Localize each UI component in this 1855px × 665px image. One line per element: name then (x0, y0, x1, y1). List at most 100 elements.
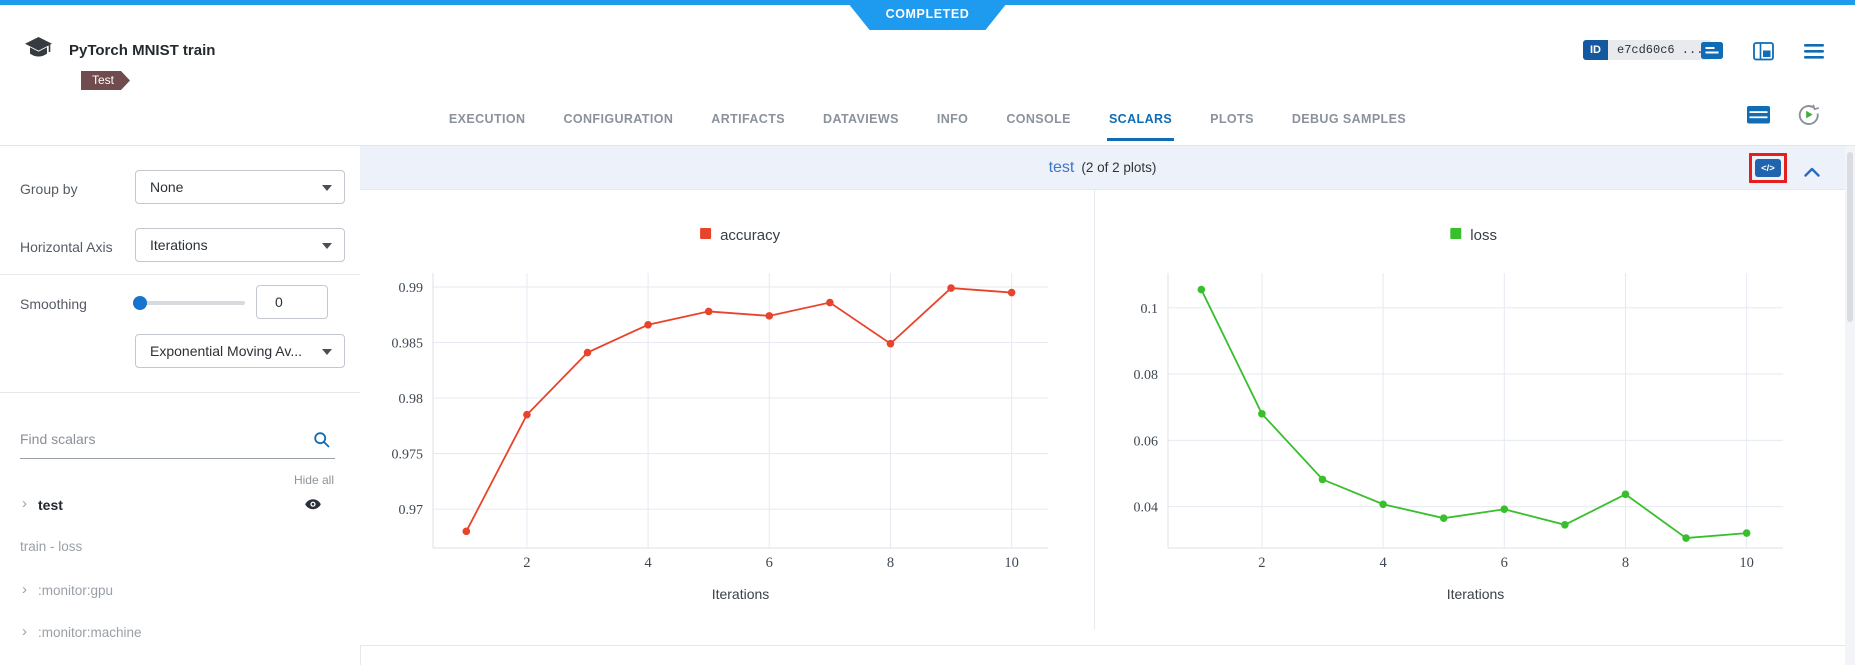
chart-svg[interactable]: 0.040.060.080.1246810lossIterations (1095, 190, 1845, 620)
plots-container: 0.970.9750.980.9850.99246810accuracyIter… (360, 190, 1845, 645)
data-point[interactable] (1198, 286, 1206, 294)
data-point[interactable] (463, 528, 471, 536)
data-point[interactable] (1440, 514, 1448, 522)
data-point[interactable] (584, 349, 592, 357)
slider-thumb[interactable] (133, 296, 147, 310)
embed-code-icon[interactable]: </> (1755, 159, 1781, 177)
data-point[interactable] (705, 308, 713, 316)
legend-item[interactable]: loss (1450, 227, 1497, 244)
horizontal-axis-label: Horizontal Axis (20, 239, 113, 255)
data-point[interactable] (644, 321, 652, 329)
data-point[interactable] (947, 284, 955, 292)
smoothing-type-value: Exponential Moving Av... (150, 343, 302, 359)
tab-info[interactable]: INFO (935, 96, 970, 138)
data-point[interactable] (765, 312, 773, 320)
svg-text:0.06: 0.06 (1134, 434, 1159, 449)
svg-text:0.975: 0.975 (392, 448, 424, 463)
tab-configuration[interactable]: CONFIGURATION (561, 96, 675, 138)
data-point[interactable] (1500, 505, 1508, 513)
svg-text:2: 2 (523, 555, 530, 571)
refresh-icon[interactable] (1798, 104, 1820, 131)
sidebar-item-monitor-machine[interactable]: › :monitor:machine (0, 622, 360, 648)
scalar-search (20, 425, 335, 459)
tree-item-label: :monitor:machine (38, 625, 142, 640)
sidebar-item-monitor-gpu[interactable]: › :monitor:gpu (0, 580, 360, 606)
status-badge: COMPLETED (846, 0, 1010, 30)
tab-dataviews[interactable]: DATAVIEWS (821, 96, 901, 138)
tab-scalars[interactable]: SCALARS (1107, 96, 1174, 141)
data-point[interactable] (1379, 500, 1387, 508)
chevron-right-icon[interactable]: › (22, 495, 27, 512)
data-point[interactable] (523, 411, 531, 419)
search-icon[interactable] (313, 431, 331, 454)
search-input[interactable] (20, 425, 300, 447)
group-by-select[interactable]: None (135, 170, 345, 204)
svg-text:loss: loss (1470, 227, 1497, 244)
smoothing-value-input[interactable] (256, 285, 328, 319)
tree-item-label: train - loss (20, 539, 82, 554)
x-axis-title: Iterations (1447, 586, 1505, 602)
sidebar-item-test[interactable]: › test (0, 494, 360, 520)
data-point[interactable] (1682, 534, 1690, 542)
svg-text:6: 6 (1501, 555, 1508, 571)
series-line[interactable] (1201, 290, 1746, 538)
svg-text:8: 8 (1622, 555, 1629, 571)
svg-text:accuracy: accuracy (720, 227, 781, 244)
accuracy-chart[interactable]: 0.970.9750.980.9850.99246810accuracyIter… (360, 190, 1094, 630)
x-axis-title: Iterations (712, 586, 770, 602)
svg-text:10: 10 (1004, 555, 1019, 571)
divider (360, 645, 1845, 646)
hide-all-button[interactable]: Hide all (294, 473, 334, 487)
chevron-down-icon (322, 349, 332, 355)
chevron-right-icon[interactable]: › (22, 581, 27, 598)
loss-chart[interactable]: 0.040.060.080.1246810lossIterations (1094, 190, 1846, 630)
chevron-right-icon[interactable]: › (22, 623, 27, 640)
data-point[interactable] (1743, 529, 1751, 537)
vertical-scrollbar[interactable] (1845, 146, 1855, 665)
side-panel-icon[interactable] (1753, 42, 1774, 66)
plot-group-title[interactable]: test (1049, 159, 1075, 177)
experiment-id[interactable]: ID e7cd60c6 ... (1583, 40, 1712, 60)
data-point[interactable] (1008, 289, 1016, 297)
tab-artifacts[interactable]: ARTIFACTS (709, 96, 787, 138)
tab-debug-samples[interactable]: DEBUG SAMPLES (1290, 96, 1408, 138)
data-point[interactable] (1561, 521, 1569, 529)
data-point[interactable] (887, 340, 895, 348)
chart-svg[interactable]: 0.970.9750.980.9850.99246810accuracyIter… (360, 190, 1094, 620)
smoothing-slider[interactable] (135, 301, 245, 305)
data-point[interactable] (1622, 491, 1630, 499)
tab-console[interactable]: CONSOLE (1004, 96, 1073, 138)
eye-icon[interactable] (304, 497, 322, 517)
scrollbar-thumb[interactable] (1847, 152, 1853, 322)
tab-execution[interactable]: EXECUTION (447, 96, 528, 138)
tab-plots[interactable]: PLOTS (1208, 96, 1256, 138)
legend-item[interactable]: accuracy (700, 227, 781, 244)
menu-icon[interactable] (1804, 44, 1824, 64)
group-by-label: Group by (20, 181, 78, 197)
svg-text:0.1: 0.1 (1141, 302, 1159, 317)
horizontal-axis-value: Iterations (150, 237, 208, 253)
svg-text:0.04: 0.04 (1134, 501, 1159, 516)
divider (0, 392, 360, 393)
series-line[interactable] (466, 288, 1011, 531)
svg-text:0.98: 0.98 (399, 392, 424, 407)
table-view-icon[interactable] (1747, 106, 1770, 129)
scalars-sidebar: Group by None Horizontal Axis Iterations… (0, 146, 361, 665)
smoothing-type-select[interactable]: Exponential Moving Av... (135, 334, 345, 368)
data-point[interactable] (826, 299, 834, 307)
id-value[interactable]: e7cd60c6 ... (1608, 40, 1712, 60)
sidebar-item-train-loss[interactable]: train - loss (0, 536, 360, 562)
svg-text:2: 2 (1258, 555, 1265, 571)
divider (0, 274, 360, 275)
tab-bar: EXECUTION CONFIGURATION ARTIFACTS DATAVI… (0, 96, 1855, 141)
data-point[interactable] (1319, 476, 1327, 484)
comment-icon[interactable] (1701, 42, 1723, 65)
chevron-up-icon[interactable] (1804, 164, 1820, 182)
plot-group-header: test (2 of 2 plots) (360, 146, 1845, 190)
experiment-icon (24, 37, 53, 66)
horizontal-axis-select[interactable]: Iterations (135, 228, 345, 262)
tree-item-label: test (38, 497, 63, 513)
chevron-down-icon (322, 185, 332, 191)
experiment-tag[interactable]: Test (81, 71, 130, 90)
data-point[interactable] (1258, 410, 1266, 418)
